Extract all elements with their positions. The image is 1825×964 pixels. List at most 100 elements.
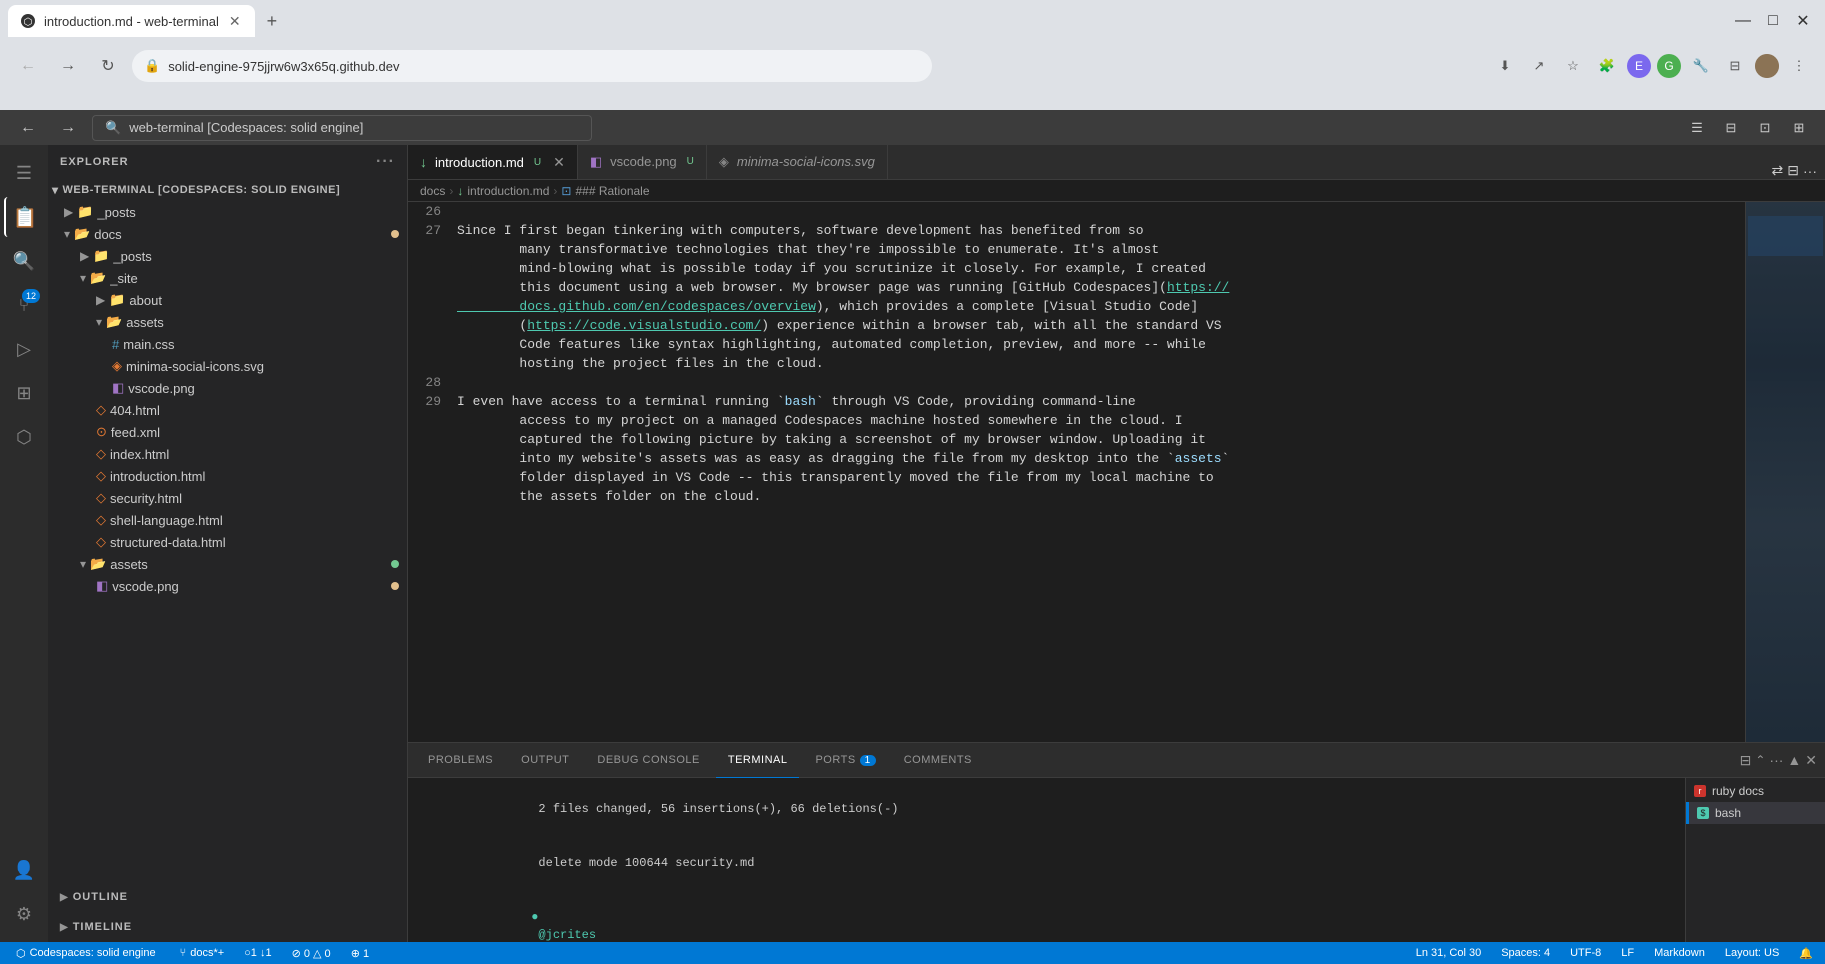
codespaces-status[interactable]: ⬡ Codespaces: solid engine <box>8 942 164 964</box>
line-ending-status[interactable]: LF <box>1617 947 1638 959</box>
address-bar[interactable]: 🔒 solid-engine-975jjrw6w3x65q.github.dev <box>132 50 932 82</box>
breadcrumb-file[interactable]: introduction.md <box>467 184 549 198</box>
download-icon[interactable]: ⬇ <box>1491 52 1519 80</box>
close-panel-icon[interactable]: ✕ <box>1805 752 1817 769</box>
terminal-content[interactable]: 2 files changed, 56 insertions(+), 66 de… <box>408 778 1685 942</box>
new-tab-button[interactable]: + <box>259 7 286 36</box>
tree-item-index[interactable]: ◇ index.html <box>48 443 407 465</box>
more-panel-icon[interactable]: ··· <box>1769 752 1783 768</box>
tree-item-security[interactable]: ◇ security.html <box>48 487 407 509</box>
activity-menu-button[interactable]: ☰ <box>4 153 44 193</box>
tree-item-structured-data[interactable]: ◇ structured-data.html <box>48 531 407 553</box>
outline-section[interactable]: ▶ OUTLINE <box>48 882 407 912</box>
tree-item-main-css[interactable]: # main.css <box>48 333 407 355</box>
notification-bell[interactable]: 🔔 <box>1795 947 1817 960</box>
tab-close-icon[interactable]: ✕ <box>553 154 565 171</box>
more-actions-icon[interactable]: ··· <box>1803 163 1817 179</box>
toggle-secondary-icon[interactable]: ⊡ <box>1751 114 1779 142</box>
terminal-session-bash[interactable]: $ bash <box>1686 802 1825 824</box>
refresh-button[interactable]: ↻ <box>92 50 124 82</box>
branch-status[interactable]: ⑂ docs*+ <box>176 947 229 959</box>
editor-back-button[interactable]: ← <box>12 112 44 144</box>
split-icon[interactable]: ⊟ <box>1721 52 1749 80</box>
tab-ports[interactable]: PORTS 1 <box>803 743 887 778</box>
change-view-icon[interactable]: ⇄ <box>1772 162 1784 179</box>
language-status[interactable]: Markdown <box>1650 947 1709 959</box>
panel-up-down-icon[interactable]: ⌃ <box>1755 753 1765 767</box>
sync-status[interactable]: ○1 ↓1 <box>240 947 275 959</box>
tab-debug-console[interactable]: DEBUG CONSOLE <box>585 743 711 778</box>
toggle-layout-icon[interactable]: ⊟ <box>1787 162 1799 179</box>
editor-minimap <box>1745 202 1825 742</box>
bash-icon: $ <box>1697 807 1709 819</box>
activity-scm-button[interactable]: ⑂ 12 <box>4 285 44 325</box>
bookmark-icon[interactable]: ☆ <box>1559 52 1587 80</box>
tab-introduction-md[interactable]: ↓ introduction.md U ✕ <box>408 145 578 179</box>
customize-layout-icon[interactable]: ⊞ <box>1785 114 1813 142</box>
timeline-label: TIMELINE <box>73 921 132 933</box>
tree-item-site-assets[interactable]: ▾ 📂 assets <box>48 311 407 333</box>
breadcrumb-docs[interactable]: docs <box>420 184 445 198</box>
menu-icon[interactable]: ⋮ <box>1785 52 1813 80</box>
forward-button[interactable]: → <box>52 50 84 82</box>
activity-github-button[interactable]: ⬡ <box>4 417 44 457</box>
back-button[interactable]: ← <box>12 50 44 82</box>
close-button[interactable]: ✕ <box>1789 7 1817 35</box>
tree-item-feed[interactable]: ⊙ feed.xml <box>48 421 407 443</box>
tree-item-about[interactable]: ▶ 📁 about <box>48 289 407 311</box>
activity-search-button[interactable]: 🔍 <box>4 241 44 281</box>
command-palette-input[interactable]: 🔍 web-terminal [Codespaces: solid engine… <box>92 115 592 141</box>
avatar-icon[interactable] <box>1755 54 1779 78</box>
activity-accounts-button[interactable]: 👤 <box>4 850 44 890</box>
tab-social-icons-svg[interactable]: ◈ minima-social-icons.svg <box>707 145 888 179</box>
tab-output[interactable]: OUTPUT <box>509 743 581 778</box>
layout-status[interactable]: Layout: US <box>1721 947 1783 959</box>
tree-item-site[interactable]: ▾ 📂 _site <box>48 267 407 289</box>
tree-item-social-icons[interactable]: ◈ minima-social-icons.svg <box>48 355 407 377</box>
tree-root[interactable]: ▾ WEB-TERMINAL [CODESPACES: SOLID ENGINE… <box>48 179 407 201</box>
port-status[interactable]: ⊕ 1 <box>347 947 373 960</box>
spaces-status[interactable]: Spaces: 4 <box>1497 947 1554 959</box>
activity-run-button[interactable]: ▷ <box>4 329 44 369</box>
toggle-panel-icon[interactable]: ⊟ <box>1717 114 1745 142</box>
minimize-button[interactable]: — <box>1729 7 1757 35</box>
tree-item-assets[interactable]: ▾ 📂 assets <box>48 553 407 575</box>
error-status[interactable]: ⊘ 0 △ 0 <box>288 947 335 960</box>
html-file-icon: ◇ <box>96 534 106 550</box>
tree-item-posts-root[interactable]: ▶ 📁 _posts <box>48 201 407 223</box>
tab-terminal[interactable]: TERMINAL <box>716 743 800 778</box>
tab-comments[interactable]: COMMENTS <box>892 743 984 778</box>
profile-circle[interactable]: E <box>1627 54 1651 78</box>
terminal-session-ruby[interactable]: r ruby docs <box>1686 780 1825 802</box>
activity-settings-button[interactable]: ⚙ <box>4 894 44 934</box>
active-tab[interactable]: ⬡ introduction.md - web-terminal ✕ <box>8 5 255 37</box>
extensions-icon[interactable]: 🔧 <box>1687 52 1715 80</box>
tree-item-vscode-png-assets[interactable]: ◧ vscode.png <box>48 575 407 597</box>
breadcrumb-section[interactable]: ### Rationale <box>575 184 649 198</box>
sidebar-more-button[interactable]: ··· <box>376 153 395 171</box>
toggle-sidebar-icon[interactable]: ☰ <box>1683 114 1711 142</box>
tree-item-docs[interactable]: ▾ 📂 docs <box>48 223 407 245</box>
extensions-puzzle-icon[interactable]: 🧩 <box>1593 52 1621 80</box>
activity-extensions-button[interactable]: ⊞ <box>4 373 44 413</box>
split-terminal-icon[interactable]: ⊟ <box>1740 752 1752 769</box>
tab-vscode-png[interactable]: ◧ vscode.png U <box>578 145 707 179</box>
tree-item-docs-posts[interactable]: ▶ 📁 _posts <box>48 245 407 267</box>
tree-item-404[interactable]: ◇ 404.html <box>48 399 407 421</box>
editor-forward-button[interactable]: → <box>52 112 84 144</box>
tree-item-vscode-png-site[interactable]: ◧ vscode.png <box>48 377 407 399</box>
tree-item-introduction-html[interactable]: ◇ introduction.html <box>48 465 407 487</box>
tab-problems[interactable]: PROBLEMS <box>416 743 505 778</box>
position-status[interactable]: Ln 31, Col 30 <box>1412 947 1485 959</box>
codespaces-icon: ⬡ <box>16 947 26 960</box>
activity-explorer-button[interactable]: 📋 <box>4 197 44 237</box>
share-icon[interactable]: ↗ <box>1525 52 1553 80</box>
maximize-panel-icon[interactable]: ▲ <box>1787 752 1801 768</box>
encoding-status[interactable]: UTF-8 <box>1566 947 1605 959</box>
timeline-section[interactable]: ▶ TIMELINE <box>48 912 407 942</box>
tree-item-shell-language[interactable]: ◇ shell-language.html <box>48 509 407 531</box>
profile-green-circle[interactable]: G <box>1657 54 1681 78</box>
maximize-button[interactable]: □ <box>1759 7 1787 35</box>
tab-close-button[interactable]: ✕ <box>227 11 243 32</box>
editor-main[interactable]: 26 27 Since I first began tinkering with… <box>408 202 1745 742</box>
